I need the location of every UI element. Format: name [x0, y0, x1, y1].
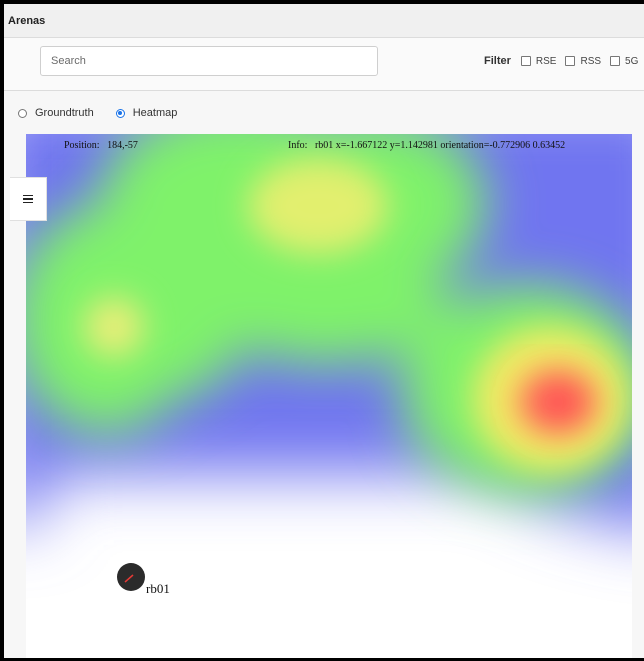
- window-title: Arenas: [8, 15, 46, 27]
- arenas-window: Arenas Filter RSE RSS 5G Groundtruth: [4, 4, 644, 658]
- heat-red-zone: [520, 370, 596, 434]
- title-bar: Arenas: [4, 4, 644, 38]
- filter-rss-label: RSS: [580, 55, 602, 67]
- radio-heatmap[interactable]: Heatmap: [115, 107, 178, 119]
- robot-marker[interactable]: [116, 562, 146, 592]
- search-input[interactable]: [40, 46, 378, 76]
- view-mode-group: Groundtruth Heatmap: [18, 107, 199, 119]
- position-label: Position:: [64, 140, 100, 151]
- checkbox-icon[interactable]: [610, 56, 621, 66]
- radio-groundtruth[interactable]: Groundtruth: [18, 107, 94, 119]
- radio-heatmap-label: Heatmap: [132, 107, 178, 119]
- info-value: rb01 x=-1.667122 y=1.142981 orientation=…: [314, 140, 566, 151]
- heatmap-canvas[interactable]: Position: 184,-57 Info: rb01 x=-1.667122…: [26, 134, 632, 658]
- checkbox-icon[interactable]: [520, 56, 531, 66]
- checkbox-icon[interactable]: [565, 56, 576, 66]
- info-label: Info:: [288, 140, 308, 151]
- filter-label: Filter: [484, 55, 511, 67]
- position-value: 184,-57: [107, 140, 138, 151]
- info-readout: Info: rb01 x=-1.667122 y=1.142981 orient…: [288, 140, 565, 151]
- filter-rss-checkbox[interactable]: RSS: [565, 56, 601, 67]
- filter-5g-label: 5G: [625, 55, 639, 67]
- filter-rse-label: RSE: [535, 55, 557, 67]
- menu-button[interactable]: [10, 177, 47, 221]
- radio-icon[interactable]: [18, 108, 27, 118]
- hamburger-icon: [23, 193, 33, 206]
- radio-selected-icon[interactable]: [115, 108, 125, 118]
- filter-rse-checkbox[interactable]: RSE: [520, 55, 557, 67]
- filter-5g-checkbox[interactable]: 5G: [610, 56, 638, 67]
- robot-label: rb01: [146, 581, 170, 596]
- radio-groundtruth-label: Groundtruth: [35, 107, 94, 119]
- position-readout: Position: 184,-57: [64, 140, 138, 151]
- filter-group: Filter RSE RSS 5G: [484, 55, 644, 67]
- toolbar: Filter RSE RSS 5G: [4, 38, 644, 91]
